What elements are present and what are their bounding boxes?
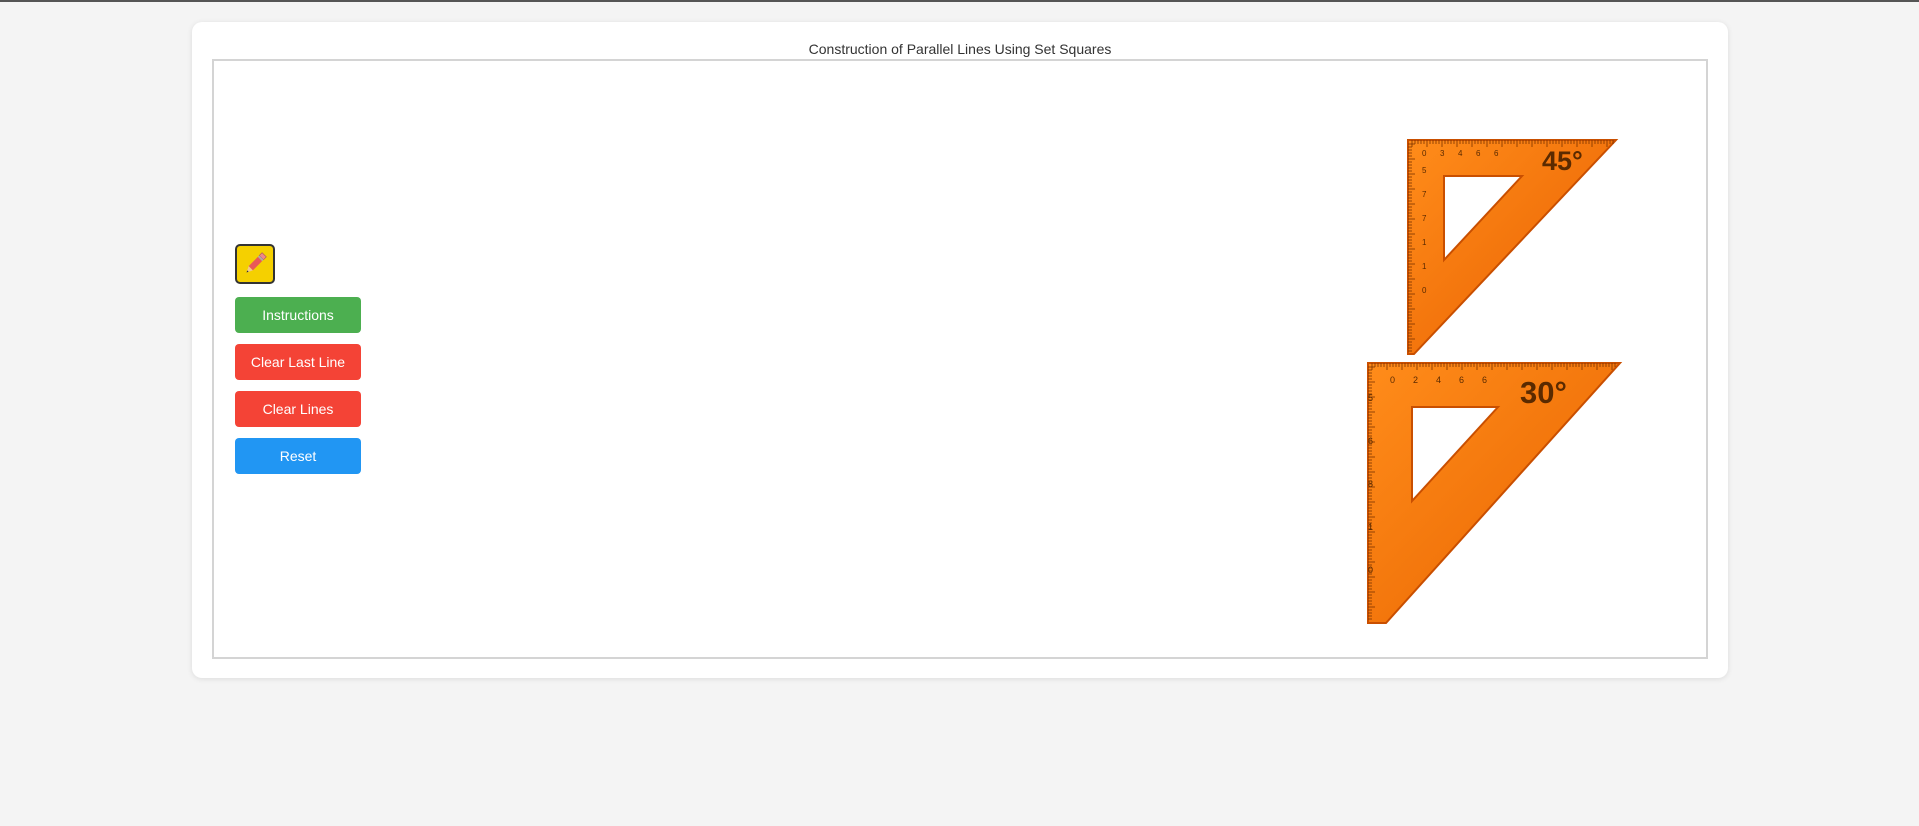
scale-number: 0 [1422, 286, 1427, 295]
pencil-icon [246, 252, 267, 273]
scale-number: 6 [1459, 375, 1464, 385]
setsquare-30-shape: 0 2 4 6 656810 [1367, 362, 1623, 624]
page-title: Construction of Parallel Lines Using Set… [808, 41, 1112, 57]
setsquare-45[interactable]: 0 3 4 6 6 5 7 7 1 1 0 45° [1404, 136, 1620, 358]
clear-last-line-button[interactable]: Clear Last Line [235, 344, 361, 380]
scale-number: 0 [1368, 565, 1373, 575]
scale-number: 0 [1390, 375, 1395, 385]
scale-number: 5 [1422, 166, 1427, 175]
scale-number: 8 [1368, 479, 1373, 489]
setsquare-30-angle-label: 30° [1520, 375, 1567, 410]
setsquare-45-angle-label: 45° [1542, 146, 1583, 176]
scale-number: 3 [1440, 149, 1445, 158]
pencil-button[interactable] [235, 244, 275, 284]
scale-number: 2 [1413, 375, 1418, 385]
setsquare-45-shape: 0 3 4 6 6 5 7 7 1 1 0 [1407, 139, 1619, 355]
scale-number: 7 [1422, 214, 1427, 223]
setsquare-30[interactable]: 0246656810 30° [1364, 359, 1624, 627]
scale-number: 1 [1422, 238, 1427, 247]
scale-number: 0 [1422, 149, 1427, 158]
scale-number: 5 [1368, 393, 1373, 403]
clear-lines-button[interactable]: Clear Lines [235, 391, 361, 427]
scale-number: 6 [1368, 436, 1373, 446]
top-rule [0, 0, 1919, 2]
scale-number: 6 [1476, 149, 1481, 158]
scale-number: 6 [1482, 375, 1487, 385]
scale-number: 4 [1458, 149, 1463, 158]
scale-number: 7 [1422, 190, 1427, 199]
main-card: Construction of Parallel Lines Using Set… [192, 22, 1728, 678]
scale-number: 6 [1494, 149, 1499, 158]
scale-number: 1 [1422, 262, 1427, 271]
scale-number: 4 [1436, 375, 1441, 385]
drawing-canvas[interactable]: Instructions Clear Last Line Clear Lines… [212, 59, 1708, 659]
instructions-button[interactable]: Instructions [235, 297, 361, 333]
reset-button[interactable]: Reset [235, 438, 361, 474]
scale-number: 1 [1368, 522, 1373, 532]
